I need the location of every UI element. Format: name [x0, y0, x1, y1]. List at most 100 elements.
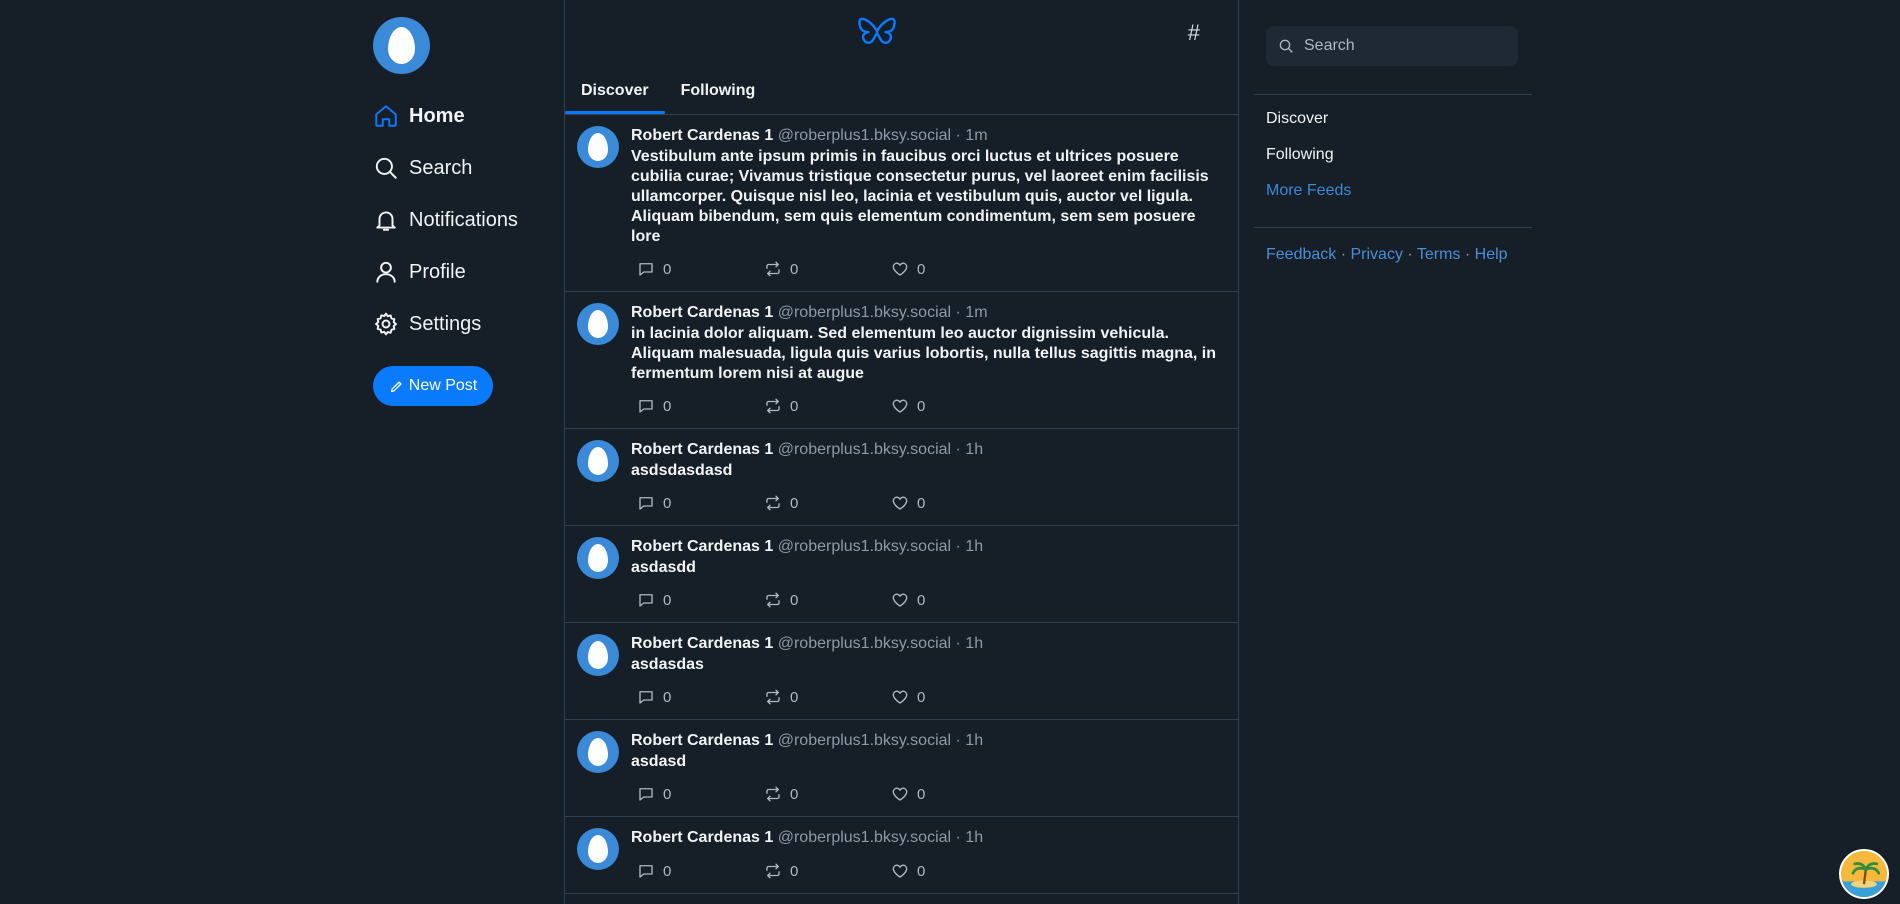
feedback-link[interactable]: Feedback	[1266, 246, 1336, 263]
post-actions: 0 0 0	[631, 687, 1224, 707]
separator: ·	[951, 635, 966, 652]
author-avatar[interactable]	[577, 731, 619, 773]
repost-icon	[766, 398, 780, 414]
author-avatar[interactable]	[577, 440, 619, 482]
repost-button[interactable]: 0	[758, 688, 885, 706]
nav-item-settings[interactable]: Settings	[373, 306, 481, 342]
post-actions: 0 0 0	[631, 590, 1224, 610]
egg-avatar-icon	[388, 27, 415, 64]
author-handle[interactable]: @roberplus1.bksy.social	[778, 304, 951, 321]
nav-item-profile[interactable]: Profile	[373, 254, 466, 290]
author-handle[interactable]: @roberplus1.bksy.social	[778, 829, 951, 846]
reply-button[interactable]: 0	[631, 591, 758, 609]
nav-item-search[interactable]: Search	[373, 150, 472, 186]
author-name[interactable]: Robert Cardenas 1	[631, 441, 773, 458]
more-feeds-link[interactable]: More Feeds	[1266, 182, 1351, 200]
hashtag-button[interactable]: #	[1188, 20, 1200, 46]
post-time: 1m	[965, 304, 988, 321]
separator: ·	[951, 127, 966, 144]
feed-tabs: Discover Following	[565, 68, 1238, 115]
author-name[interactable]: Robert Cardenas 1	[631, 732, 773, 749]
search-box[interactable]	[1266, 26, 1518, 66]
feed-post[interactable]: Robert Cardenas 1 @roberplus1.bksy.socia…	[565, 720, 1238, 817]
feed-post[interactable]: Robert Cardenas 1 @roberplus1.bksy.socia…	[565, 817, 1238, 894]
like-button[interactable]: 0	[885, 688, 1012, 706]
egg-avatar-icon	[588, 544, 608, 572]
search-input[interactable]	[1302, 36, 1506, 56]
repost-button[interactable]: 0	[758, 862, 885, 880]
separator: ·	[1336, 246, 1351, 263]
gear-icon	[375, 312, 397, 336]
author-avatar[interactable]	[577, 303, 619, 345]
repost-button[interactable]: 0	[758, 785, 885, 803]
nav-label-search: Search	[409, 156, 473, 179]
reply-button[interactable]: 0	[631, 494, 758, 512]
author-name[interactable]: Robert Cardenas 1	[631, 538, 773, 555]
repost-button[interactable]: 0	[758, 260, 885, 278]
repost-button[interactable]: 0	[758, 591, 885, 609]
privacy-link[interactable]: Privacy	[1350, 246, 1402, 263]
like-button[interactable]: 0	[885, 397, 1012, 415]
reply-count: 0	[663, 688, 672, 706]
separator: ·	[1460, 246, 1475, 263]
user-icon	[376, 261, 396, 283]
feed-post[interactable]: Robert Cardenas 1 @roberplus1.bksy.socia…	[565, 526, 1238, 623]
author-avatar[interactable]	[577, 537, 619, 579]
author-name[interactable]: Robert Cardenas 1	[631, 304, 773, 321]
tab-following[interactable]: Following	[665, 68, 772, 114]
repost-button[interactable]: 0	[758, 397, 885, 415]
author-handle[interactable]: @roberplus1.bksy.social	[778, 732, 951, 749]
assistant-bubble[interactable]	[1839, 849, 1889, 899]
author-avatar[interactable]	[577, 828, 619, 870]
feed-link-discover[interactable]: Discover	[1266, 110, 1328, 128]
post-text: asdasdd	[631, 559, 696, 576]
reply-count: 0	[663, 862, 672, 880]
separator: ·	[1402, 246, 1417, 263]
reply-button[interactable]: 0	[631, 785, 758, 803]
reply-button[interactable]: 0	[631, 397, 758, 415]
feed-post[interactable]: Robert Cardenas 1 @roberplus1.bksy.socia…	[565, 292, 1238, 429]
reply-button[interactable]: 0	[631, 260, 758, 278]
feed-post[interactable]: Robert Cardenas 1 @roberplus1.bksy.socia…	[565, 429, 1238, 526]
help-link[interactable]: Help	[1475, 246, 1508, 263]
author-name[interactable]: Robert Cardenas 1	[631, 829, 773, 846]
reply-button[interactable]: 0	[631, 862, 758, 880]
butterfly-icon[interactable]	[858, 16, 896, 50]
author-name[interactable]: Robert Cardenas 1	[631, 635, 773, 652]
new-post-button[interactable]: New Post	[373, 366, 493, 406]
feed-column: # Discover Following Robert Cardenas 1 @…	[564, 0, 1239, 904]
post-header: Robert Cardenas 1 @roberplus1.bksy.socia…	[631, 439, 1224, 461]
like-button[interactable]: 0	[885, 260, 1012, 278]
like-button[interactable]: 0	[885, 785, 1012, 803]
heart-icon	[892, 690, 908, 704]
reply-icon	[639, 788, 653, 801]
separator: ·	[951, 829, 966, 846]
feed-post[interactable]: Robert Cardenas 1 @roberplus1.bksy.socia…	[565, 623, 1238, 720]
feed-post[interactable]: Robert Cardenas 1 @roberplus1.bksy.socia…	[565, 115, 1238, 292]
egg-avatar-icon	[588, 310, 608, 338]
nav-item-notifications[interactable]: Notifications	[373, 202, 518, 238]
like-count: 0	[917, 688, 926, 706]
repost-count: 0	[790, 862, 799, 880]
egg-avatar-icon	[588, 641, 608, 669]
author-handle[interactable]: @roberplus1.bksy.social	[778, 441, 951, 458]
author-handle[interactable]: @roberplus1.bksy.social	[778, 635, 951, 652]
author-handle[interactable]: @roberplus1.bksy.social	[778, 127, 951, 144]
user-avatar[interactable]	[373, 17, 430, 74]
like-button[interactable]: 0	[885, 862, 1012, 880]
post-actions: 0 0 0	[631, 861, 1224, 881]
separator: ·	[951, 441, 966, 458]
terms-link[interactable]: Terms	[1417, 246, 1461, 263]
feed-link-following[interactable]: Following	[1266, 146, 1334, 164]
author-avatar[interactable]	[577, 634, 619, 676]
author-name[interactable]: Robert Cardenas 1	[631, 127, 773, 144]
like-button[interactable]: 0	[885, 591, 1012, 609]
reply-button[interactable]: 0	[631, 688, 758, 706]
author-handle[interactable]: @roberplus1.bksy.social	[778, 538, 951, 555]
repost-button[interactable]: 0	[758, 494, 885, 512]
tab-discover[interactable]: Discover	[565, 68, 665, 114]
post-time: 1h	[965, 732, 984, 749]
nav-item-home[interactable]: Home	[373, 98, 465, 134]
author-avatar[interactable]	[577, 126, 619, 168]
like-button[interactable]: 0	[885, 494, 1012, 512]
